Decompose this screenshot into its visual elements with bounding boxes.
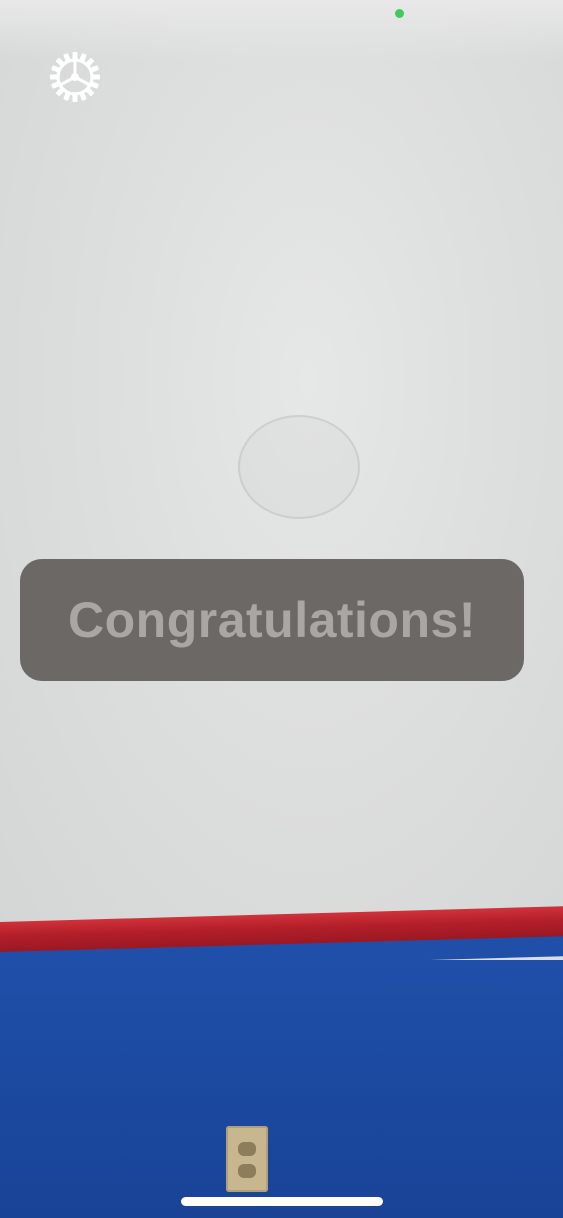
congratulations-banner: Congratulations! xyxy=(20,559,524,681)
congratulations-message: Congratulations! xyxy=(68,592,476,648)
gear-icon xyxy=(50,52,100,102)
blue-lower-wall xyxy=(0,960,563,1218)
outlet-socket-top xyxy=(238,1142,256,1156)
camera-in-use-indicator xyxy=(395,9,404,18)
home-indicator[interactable] xyxy=(181,1197,383,1206)
electrical-outlet xyxy=(226,1126,268,1192)
app-screen: Congratulations! xyxy=(0,0,563,1218)
outlet-socket-bottom xyxy=(238,1164,256,1178)
settings-button[interactable] xyxy=(48,50,102,104)
wall-smudge xyxy=(238,415,360,519)
